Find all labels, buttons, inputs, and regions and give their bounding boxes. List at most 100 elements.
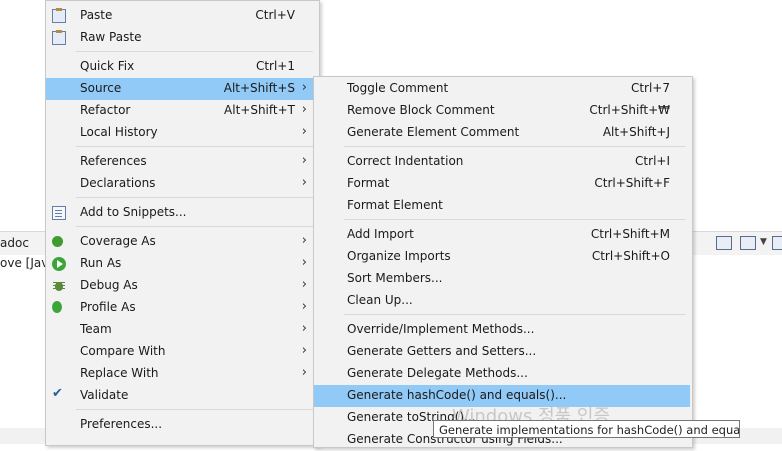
menu-item-label: Compare With (80, 344, 166, 358)
menu-item-label: Replace With (80, 366, 159, 380)
menu-item-shortcut: Ctrl+Shift+F (594, 176, 670, 190)
menu-item-label: Coverage As (80, 234, 156, 248)
profile-icon (52, 301, 62, 313)
menu-item-validate[interactable]: ✔ Validate (46, 385, 317, 407)
view-icon[interactable] (772, 236, 782, 250)
menu-item-label: Run As (80, 256, 122, 270)
menu-item-label: Generate Getters and Setters... (347, 344, 537, 358)
dropdown-icon[interactable]: ▼ (760, 237, 767, 247)
chevron-right-icon: › (301, 124, 307, 139)
menu-item-profile-as[interactable]: Profile As › (46, 297, 317, 319)
menu-item-preferences[interactable]: Preferences... (46, 414, 317, 436)
menu-item-label: Debug As (80, 278, 138, 292)
menu-item-local-history[interactable]: Local History › (46, 122, 317, 144)
menu-separator (76, 197, 313, 198)
menu-item-label: Override/Implement Methods... (347, 322, 535, 336)
menu-item-shortcut: Ctrl+1 (255, 59, 295, 73)
menu-item-references[interactable]: References › (46, 151, 317, 173)
menu-item-generate-delegate-methods[interactable]: Generate Delegate Methods... (314, 363, 690, 385)
menu-item-raw-paste[interactable]: Raw Paste (46, 27, 317, 49)
menu-item-clean-up[interactable]: Clean Up... (314, 290, 690, 312)
menu-item-paste[interactable]: Paste Ctrl+V (46, 5, 317, 27)
menu-item-label: Local History (80, 125, 158, 139)
menu-item-compare-with[interactable]: Compare With › (46, 341, 317, 363)
menu-item-shortcut: Ctrl+Shift+₩ (589, 103, 670, 117)
menu-separator (76, 409, 313, 410)
chevron-right-icon: › (301, 321, 307, 336)
paste-icon (52, 8, 66, 23)
run-config-icon[interactable] (716, 236, 732, 250)
menu-item-quick-fix[interactable]: Quick Fix Ctrl+1 (46, 56, 317, 78)
menu-item-label: Source (80, 81, 122, 95)
toolbar-javadoc-label: adoc (0, 236, 29, 250)
menu-item-format[interactable]: Format Ctrl+Shift+F (314, 173, 690, 195)
menu-item-label: Validate (80, 388, 129, 402)
menu-item-shortcut: Ctrl+Shift+M (590, 227, 670, 241)
menu-item-label: Team (80, 322, 112, 336)
debug-icon (52, 279, 66, 293)
menu-item-remove-block-comment[interactable]: Remove Block Comment Ctrl+Shift+₩ (314, 100, 690, 122)
menu-item-label: Clean Up... (347, 293, 413, 307)
menu-item-label: Paste (80, 8, 113, 22)
tooltip: Generate implementations for hashCode() … (433, 420, 740, 438)
chevron-right-icon: › (301, 343, 307, 358)
menu-item-replace-with[interactable]: Replace With › (46, 363, 317, 385)
chevron-right-icon: › (301, 277, 307, 292)
menu-item-shortcut: Alt+Shift+T (224, 103, 295, 117)
menu-item-label: Add Import (347, 227, 414, 241)
menu-item-team[interactable]: Team › (46, 319, 317, 341)
menu-item-label: Organize Imports (347, 249, 451, 263)
menu-item-format-element[interactable]: Format Element (314, 195, 690, 217)
window-icon[interactable] (740, 236, 756, 250)
menu-separator (76, 51, 313, 52)
menu-item-label: Add to Snippets... (80, 205, 187, 219)
menu-item-label: Raw Paste (80, 30, 142, 44)
menu-separator (344, 219, 686, 220)
menu-item-generate-element-comment[interactable]: Generate Element Comment Alt+Shift+J (314, 122, 690, 144)
menu-item-label: Remove Block Comment (347, 103, 495, 117)
chevron-right-icon: › (301, 102, 307, 117)
menu-separator (344, 314, 686, 315)
menu-item-shortcut: Alt+Shift+S (223, 81, 295, 95)
menu-item-declarations[interactable]: Declarations › (46, 173, 317, 195)
menu-item-shortcut: Ctrl+I (635, 154, 670, 168)
menu-item-coverage-as[interactable]: Coverage As › (46, 231, 317, 253)
menu-separator (76, 226, 313, 227)
menu-item-label: Generate Element Comment (347, 125, 520, 139)
run-icon (52, 257, 66, 271)
menu-item-label: Correct Indentation (347, 154, 464, 168)
menu-item-run-as[interactable]: Run As › (46, 253, 317, 275)
checkmark-icon: ✔ (52, 386, 63, 401)
menu-item-correct-indentation[interactable]: Correct Indentation Ctrl+I (314, 151, 690, 173)
menu-separator (344, 146, 686, 147)
menu-item-shortcut: Ctrl+V (255, 8, 295, 22)
menu-item-sort-members[interactable]: Sort Members... (314, 268, 690, 290)
menu-item-label: Format (347, 176, 390, 190)
chevron-right-icon: › (301, 365, 307, 380)
chevron-right-icon: › (301, 80, 307, 95)
menu-item-add-to-snippets[interactable]: Add to Snippets... (46, 202, 317, 224)
menu-item-shortcut: Alt+Shift+J (602, 125, 670, 139)
menu-separator (76, 146, 313, 147)
menu-item-source[interactable]: Source Alt+Shift+S › (46, 78, 317, 100)
menu-item-label: Sort Members... (347, 271, 443, 285)
menu-item-label: Toggle Comment (347, 81, 449, 95)
menu-item-label: Declarations (80, 176, 156, 190)
menu-item-refactor[interactable]: Refactor Alt+Shift+T › (46, 100, 317, 122)
menu-item-organize-imports[interactable]: Organize Imports Ctrl+Shift+O (314, 246, 690, 268)
menu-item-debug-as[interactable]: Debug As › (46, 275, 317, 297)
chevron-right-icon: › (301, 255, 307, 270)
menu-item-add-import[interactable]: Add Import Ctrl+Shift+M (314, 224, 690, 246)
menu-item-label: Quick Fix (80, 59, 135, 73)
chevron-right-icon: › (301, 233, 307, 248)
menu-item-label: Format Element (347, 198, 443, 212)
menu-item-generate-getters-and-setters[interactable]: Generate Getters and Setters... (314, 341, 690, 363)
menu-item-label: Generate Delegate Methods... (347, 366, 528, 380)
chevron-right-icon: › (301, 299, 307, 314)
menu-item-toggle-comment[interactable]: Toggle Comment Ctrl+7 (314, 78, 690, 100)
menu-item-shortcut: Ctrl+Shift+O (591, 249, 670, 263)
menu-item-label: Generate hashCode() and equals()... (347, 388, 567, 402)
menu-item-shortcut: Ctrl+7 (630, 81, 670, 95)
raw-paste-icon (52, 30, 66, 45)
menu-item-override-implement-methods[interactable]: Override/Implement Methods... (314, 319, 690, 341)
